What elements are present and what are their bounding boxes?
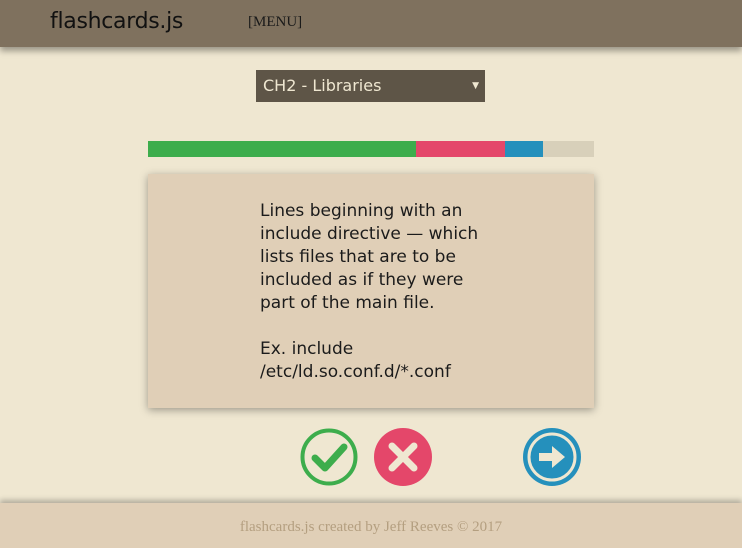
x-circle-icon — [374, 428, 432, 486]
footer-credit: flashcards.js created by Jeff Reeves © 2… — [239, 519, 503, 535]
menu-button[interactable]: [MENU] — [248, 14, 302, 31]
flashcard[interactable]: Lines beginning with an include directiv… — [148, 174, 594, 408]
arrow-right-circle-icon — [523, 428, 581, 486]
progress-skipped-segment — [504, 141, 543, 157]
mark-wrong-button[interactable] — [374, 428, 432, 486]
flashcard-definition: Lines beginning with an include directiv… — [260, 201, 479, 313]
mark-correct-button[interactable] — [300, 428, 358, 486]
flashcard-content: Lines beginning with an include directiv… — [260, 200, 480, 384]
deck-select[interactable]: CH2 - Libraries ▼ — [256, 70, 485, 102]
checkmark-circle-icon — [300, 428, 358, 486]
triangle-down-icon: ▼ — [472, 81, 479, 91]
progress-bar — [148, 141, 594, 157]
app-header: flashcards.js [MENU] — [0, 0, 742, 47]
deck-select-value: CH2 - Libraries — [263, 76, 382, 95]
app-brand[interactable]: flashcards.js — [50, 9, 183, 34]
next-card-button[interactable] — [523, 428, 581, 486]
app-footer: flashcards.js created by Jeff Reeves © 2… — [0, 503, 742, 548]
progress-wrong-segment — [415, 141, 505, 157]
progress-correct-segment — [148, 141, 416, 157]
flashcard-example: Ex. include /etc/ld.so.conf.d/*.conf — [260, 339, 451, 382]
